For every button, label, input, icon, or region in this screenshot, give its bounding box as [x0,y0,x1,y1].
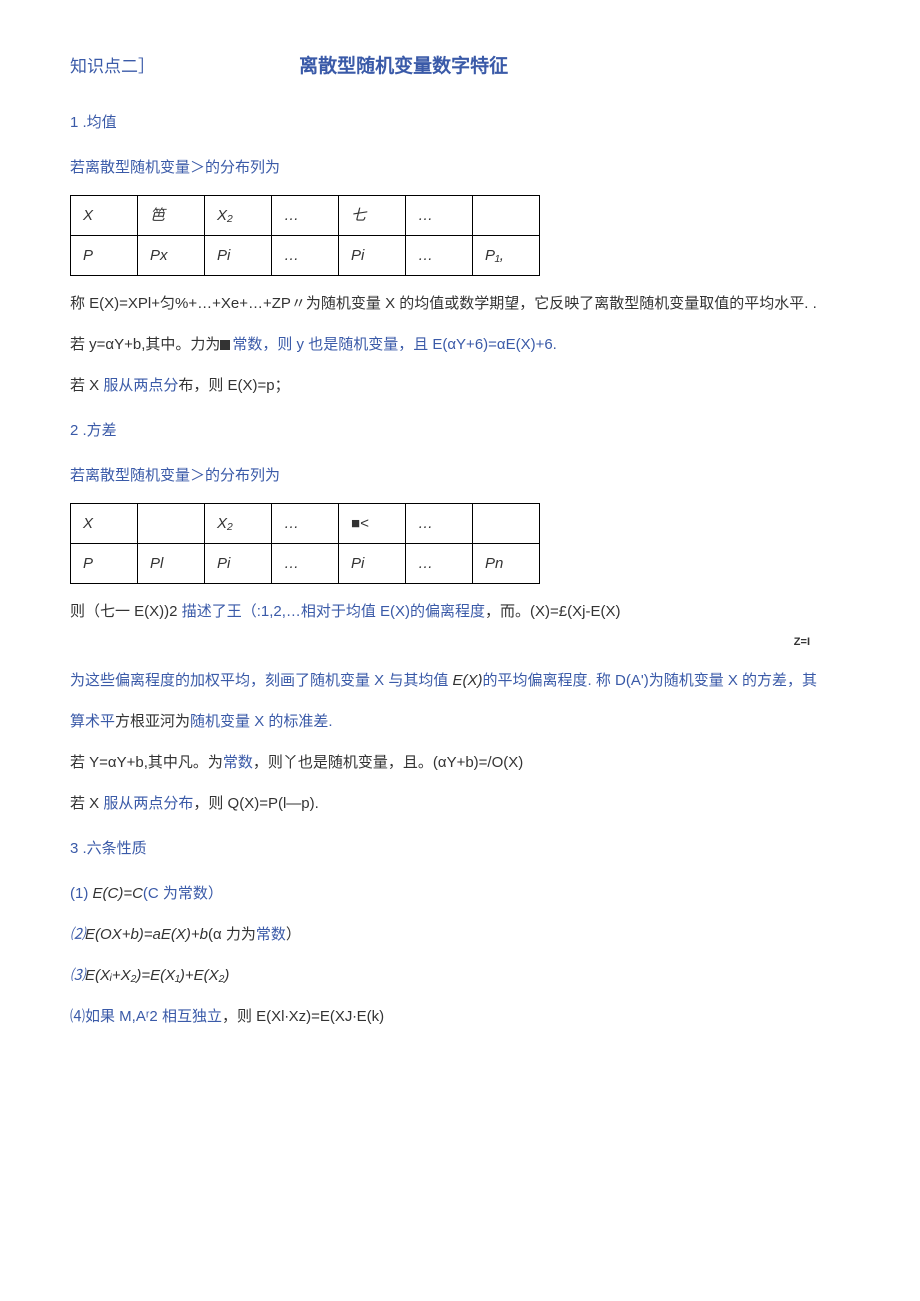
cell: … [406,196,473,236]
property-3: ⑶E(Xᵢ+X₂)=E(X₁)+E(X₂) [70,962,850,989]
cell: Pn [473,544,540,584]
cell: … [272,196,339,236]
cell: … [272,236,339,276]
text: 描述了王（:1,2,…相对于均值 E(X)的偏离程度 [182,603,485,620]
cell [473,504,540,544]
property-4: ⑷如果 M,Aʳ2 相互独立，则 E(Xl∙Xz)=E(XJ∙E(k) [70,1003,850,1030]
table-row: X 笆 X₂ … 七 … [71,196,540,236]
text: 相互独立 [162,1008,222,1025]
text: 常数，则 y 也是随机变量，且 E(αY+6)=αE(X)+6. [232,336,556,353]
section-2-para-3: 算术平方根亚河为随机变量 X 的标准差. [70,708,850,735]
text: ⑵ [70,926,85,943]
cell: Pi [339,236,406,276]
text: 若 X [70,377,103,394]
cell: … [272,544,339,584]
sum-index: Z=I [70,633,850,653]
table-row: X X₂ … ■< … [71,504,540,544]
cell: X₂ [205,504,272,544]
text: ⑷如果 M,Aʳ2 [70,1008,162,1025]
text: 服从两点分 [103,377,178,394]
table-row: P Pl Pi … Pi … Pn [71,544,540,584]
cell: … [406,544,473,584]
section-2-para-4: 若 Y=αY+b,其中凡。为常数，则丫也是随机变量，且。(αY+b)=/O(X) [70,749,850,776]
text: 的标准差. [268,713,332,730]
text: 方根亚河为 [115,713,190,730]
section-2-para-2: 为这些偏离程度的加权平均，刻画了随机变量 X 与其均值 E(X)的平均偏离程度.… [70,667,850,694]
text: 常数 [256,926,286,943]
cell: X₂ [205,196,272,236]
section-2-heading: 2 .方差 [70,417,850,444]
cell: … [406,504,473,544]
text: 称 E(X)=XPl+匀%+…+Xe+…+ZP〃为随机变量 X 的均值或数学期望… [70,295,817,312]
text: 若 y=αY+b,其中。力为 [70,336,220,353]
cell: Pi [339,544,406,584]
cell: P [71,236,138,276]
text: 算术平 [70,713,115,730]
cell [473,196,540,236]
text: E(X) [453,672,483,689]
text: 则（七一 E(X))2 [70,603,182,620]
cell: … [406,236,473,276]
text: 服从两点分布 [103,795,193,812]
text: (C 为常数） [143,885,223,902]
text: E(C)=C [93,885,143,902]
text: 随机变量 X [190,713,268,730]
section-1-para-3: 若 X 服从两点分布，则 E(X)=p； [70,372,850,399]
section-3-heading: 3 .六条性质 [70,835,850,862]
cell: … [272,504,339,544]
block-icon [220,340,230,350]
text: 布，则 E(X)=p； [178,377,289,394]
text: 的平均偏离程度. 称 D(A')为随机变量 X 的方差，其 [483,672,818,689]
cell: P [71,544,138,584]
text: E(Xᵢ+X₂)=E(X₁)+E(X₂) [85,967,229,984]
distribution-table-1: X 笆 X₂ … 七 … P Px Pi … Pi … P₁, [70,195,540,276]
section-1-intro: 若离散型随机变量＞的分布列为 [70,154,850,181]
cell: ■< [339,504,406,544]
text: ，则丫也是随机变量，且。(αY+b)=/O(X) [253,754,523,771]
header: 知识点二］ 离散型随机变量数字特征 [70,50,850,84]
text: 常数 [223,754,253,771]
text: ） [286,926,301,943]
section-1-para-2: 若 y=αY+b,其中。力为常数，则 y 也是随机变量，且 E(αY+6)=αE… [70,331,850,358]
text: 为这些偏离程度的加权平均，刻画了随机变量 X 与其均值 [70,672,453,689]
text: 若 X [70,795,103,812]
cell: 七 [339,196,406,236]
property-2: ⑵E(OX+b)=aE(X)+b(α 力为常数） [70,921,850,948]
text: (α 力为 [208,926,256,943]
text: ，而。(X)=£(Xj-E(X) [485,603,620,620]
cell: 笆 [138,196,205,236]
table-row: P Px Pi … Pi … P₁, [71,236,540,276]
section-2-para-5: 若 X 服从两点分布，则 Q(X)=P(l—p). [70,790,850,817]
cell: X [71,504,138,544]
cell: X [71,196,138,236]
page-title: 离散型随机变量数字特征 [299,50,508,84]
cell [138,504,205,544]
section-2-intro: 若离散型随机变量＞的分布列为 [70,462,850,489]
cell: Pi [205,236,272,276]
text: ⑶ [70,967,85,984]
text: (1) [70,885,93,902]
cell: P₁, [473,236,540,276]
cell: Pl [138,544,205,584]
cell: Pi [205,544,272,584]
distribution-table-2: X X₂ … ■< … P Pl Pi … Pi … Pn [70,503,540,584]
text: ，则 E(Xl∙Xz)=E(XJ∙E(k) [222,1008,384,1025]
section-1-para-1: 称 E(X)=XPl+匀%+…+Xe+…+ZP〃为随机变量 X 的均值或数学期望… [70,290,850,317]
text: ，则 Q(X)=P(l—p). [193,795,318,812]
text: 若 Y=αY+b,其中凡。为 [70,754,223,771]
section-1-heading: 1 .均值 [70,109,850,136]
knowledge-point-tag: 知识点二］ [70,52,155,83]
cell: Px [138,236,205,276]
section-2-line-1: 则（七一 E(X))2 描述了王（:1,2,…相对于均值 E(X)的偏离程度，而… [70,598,850,625]
property-1: (1) E(C)=C(C 为常数） [70,880,850,907]
text: E(OX+b)=aE(X)+b [85,926,208,943]
